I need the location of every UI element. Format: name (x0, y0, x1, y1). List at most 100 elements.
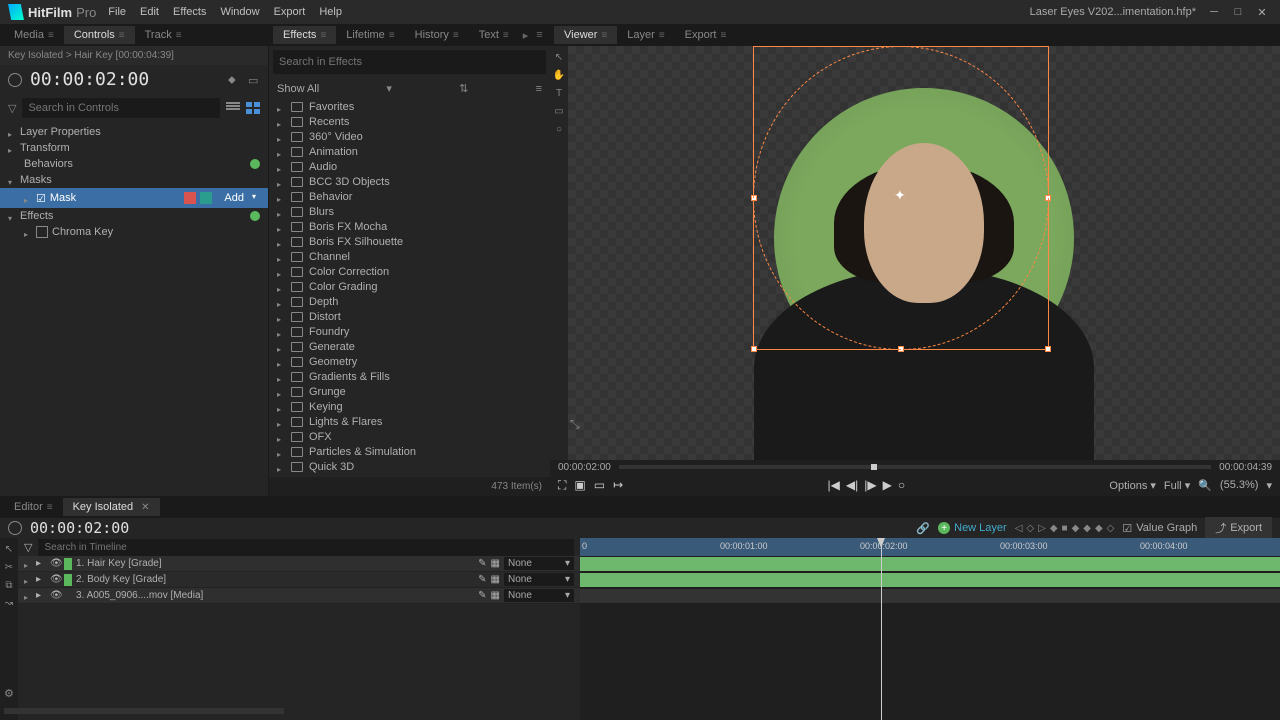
effect-folder[interactable]: Generate (269, 339, 550, 354)
visibility-icon[interactable]: 👁 (50, 590, 60, 601)
effect-folder[interactable]: Distort (269, 309, 550, 324)
viewer-canvas[interactable]: ✦ ⤡ (568, 46, 1280, 460)
clip-body-key[interactable] (580, 573, 1280, 587)
list-view-icon[interactable] (226, 102, 240, 114)
layer-row[interactable]: ▸👁1. Hair Key [Grade]✎▦None▾ (18, 556, 580, 572)
timeline-search-input[interactable] (38, 539, 574, 556)
timeline-zoom-slider[interactable] (4, 708, 284, 714)
tree-transform[interactable]: Transform (0, 140, 268, 156)
panel-menu-icon[interactable]: ≡ (532, 29, 546, 41)
tab-text[interactable]: Text≡ (469, 26, 519, 44)
layer-row[interactable]: ▸👁2. Body Key [Grade]✎▦None▾ (18, 572, 580, 588)
zoom-search-icon[interactable]: 🔍 (1198, 479, 1212, 492)
fx-icon[interactable]: ▦ (491, 590, 500, 601)
clip-media[interactable] (580, 589, 1280, 603)
effect-folder[interactable]: Gradients & Fills (269, 369, 550, 384)
tl-rate-tool-icon[interactable]: ↝ (2, 596, 16, 610)
tab-editor[interactable]: Editor≡ (4, 498, 63, 516)
effect-folder[interactable]: OFX (269, 429, 550, 444)
effect-folder[interactable]: Animation (269, 144, 550, 159)
controls-search-input[interactable] (22, 98, 220, 118)
grid-view-icon[interactable] (246, 102, 260, 114)
tl-snap-tool-icon[interactable]: ⧉ (2, 578, 16, 592)
safe-zones-icon[interactable]: ▣ (574, 478, 585, 493)
text-tool-icon[interactable]: T (552, 86, 566, 100)
mask-add-button[interactable]: Add (216, 190, 260, 206)
keyframe-add-icon[interactable]: ⬥ (228, 74, 240, 86)
filter-icon[interactable]: ▽ (8, 102, 16, 115)
blend-mode-select[interactable]: None▾ (504, 557, 574, 570)
tab-history[interactable]: History≡ (405, 26, 469, 44)
timeline-timecode[interactable]: 00:00:02:00 (30, 519, 129, 537)
play-button[interactable]: ▶ (883, 478, 892, 492)
visibility-icon[interactable]: 👁 (50, 574, 60, 585)
resize-diag-icon[interactable]: ⤡ (570, 417, 580, 432)
mask-rect-tool-icon[interactable]: ▭ (552, 104, 566, 118)
kf-bezier-icon[interactable]: ◇ (1107, 523, 1115, 534)
mask-shape-icon[interactable] (200, 192, 212, 204)
mask-pivot-icon[interactable]: ✦ (894, 187, 908, 201)
minimize-button[interactable]: ─ (1204, 4, 1224, 20)
step-fwd-icon[interactable]: |▶ (864, 478, 876, 492)
tab-viewer[interactable]: Viewer≡ (554, 26, 617, 44)
clip-hair-key[interactable] (580, 557, 1280, 571)
tab-track[interactable]: Track≡ (135, 26, 192, 44)
edit-icon[interactable]: ✎ (478, 590, 486, 601)
tree-effects[interactable]: Effects (0, 208, 268, 224)
timeline-settings-icon[interactable]: ⚙ (4, 687, 14, 700)
tab-export[interactable]: Export≡ (675, 26, 737, 44)
value-graph-toggle[interactable]: ☑ Value Graph (1122, 522, 1197, 535)
effect-folder[interactable]: 360° Video (269, 129, 550, 144)
effect-enabled-checkbox[interactable] (36, 226, 48, 238)
sort-icon[interactable]: ⇅ (459, 82, 468, 95)
loop-icon[interactable]: ○ (898, 478, 905, 492)
viewer-scrubber[interactable] (619, 465, 1211, 469)
fullscreen-icon[interactable]: ⛶ (558, 478, 566, 493)
tree-masks[interactable]: Masks (0, 172, 268, 188)
tree-chroma-key[interactable]: Chroma Key (0, 224, 268, 240)
kf-hold-icon[interactable]: ◆ (1095, 523, 1103, 534)
tab-close-icon[interactable]: ✕ (141, 502, 149, 513)
snapshot-icon[interactable]: ▭ (594, 478, 605, 493)
timeline-export-button[interactable]: ⤴ Export (1205, 517, 1272, 539)
close-button[interactable]: ✕ (1252, 4, 1272, 20)
effect-folder[interactable]: Lights & Flares (269, 414, 550, 429)
kf-ease-icon[interactable]: ◆ (1072, 523, 1080, 534)
mask-enabled-checkbox[interactable]: ☑ (36, 192, 46, 205)
fx-icon[interactable]: ▦ (491, 574, 500, 585)
menu-export[interactable]: Export (274, 6, 306, 18)
kf-in-icon[interactable]: ◆ (1050, 523, 1058, 534)
kf-linear-icon[interactable]: ◆ (1083, 523, 1091, 534)
kf-here-icon[interactable]: ◇ (1026, 523, 1034, 534)
tab-next-icon[interactable]: ▸ (519, 29, 533, 42)
tree-layer-properties[interactable]: Layer Properties (0, 124, 268, 140)
menu-effects[interactable]: Effects (173, 6, 206, 18)
blend-mode-select[interactable]: None▾ (504, 573, 574, 586)
effect-folder[interactable]: Color Grading (269, 279, 550, 294)
effect-folder[interactable]: Recents (269, 114, 550, 129)
stopwatch-icon[interactable]: ▭ (248, 74, 260, 86)
kf-prev-icon[interactable]: ◁ (1015, 523, 1023, 534)
effect-folder[interactable]: Keying (269, 399, 550, 414)
hand-tool-icon[interactable]: ✋ (552, 68, 566, 82)
effect-folder[interactable]: Particles & Simulation (269, 444, 550, 459)
effect-folder[interactable]: Foundry (269, 324, 550, 339)
effect-folder[interactable]: Blurs (269, 204, 550, 219)
menu-window[interactable]: Window (220, 6, 259, 18)
menu-edit[interactable]: Edit (140, 6, 159, 18)
timeline-ruler[interactable]: 0 00:00:01:00 00:00:02:00 00:00:03:00 00… (580, 538, 1280, 556)
mask-ellipse-tool-icon[interactable]: ○ (552, 122, 566, 136)
timecode-display[interactable]: 00:00:02:00 (30, 69, 220, 90)
maximize-button[interactable]: □ (1228, 4, 1248, 20)
tab-effects[interactable]: Effects≡ (273, 26, 336, 44)
tab-key-isolated[interactable]: Key Isolated✕ (63, 498, 160, 516)
zoom-dropdown-icon[interactable]: ▾ (1266, 479, 1272, 492)
tree-behaviors[interactable]: Behaviors (0, 156, 268, 172)
tl-filter-icon[interactable]: ▽ (24, 541, 32, 554)
tab-layer[interactable]: Layer≡ (617, 26, 674, 44)
timeline-playhead[interactable] (881, 538, 882, 720)
solo-icon[interactable]: ▸ (36, 574, 46, 585)
menu-file[interactable]: File (108, 6, 126, 18)
effect-folder[interactable]: Behavior (269, 189, 550, 204)
effect-folder[interactable]: Depth (269, 294, 550, 309)
